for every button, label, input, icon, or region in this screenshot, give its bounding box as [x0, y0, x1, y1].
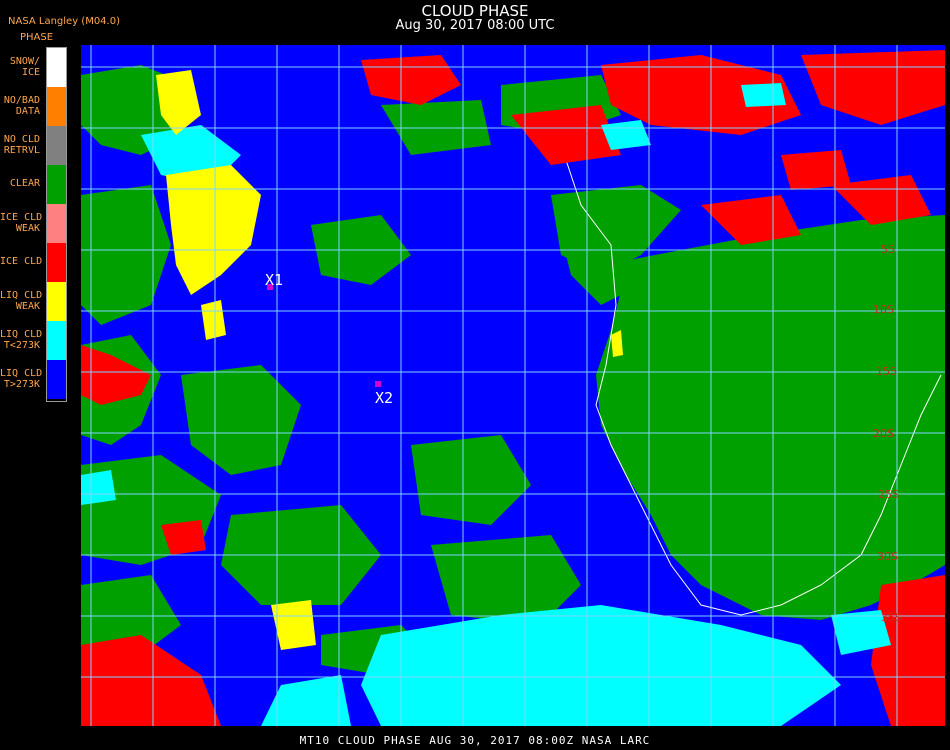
- marker-x1-label: X1: [265, 271, 283, 289]
- legend-label: SNOW/ ICE: [9, 55, 40, 78]
- legend-label: ICE CLD: [0, 256, 43, 267]
- latitude-label: 30S: [877, 550, 898, 563]
- latitude-label: 5S: [881, 243, 895, 256]
- marker-x2-point: [375, 381, 381, 387]
- legend-swatch: [47, 360, 66, 399]
- legend-swatch: [47, 243, 66, 282]
- legend-label: LIQ CLD T>273K: [0, 367, 43, 390]
- legend-label: LIQ CLD WEAK: [0, 289, 43, 312]
- marker-x2-label: X2: [375, 389, 393, 407]
- latitude-label: 10S: [873, 303, 894, 316]
- legend-swatch: [47, 321, 66, 360]
- legend-swatch: [47, 204, 66, 243]
- map-timestamp: Aug 30, 2017 08:00 UTC: [395, 18, 555, 33]
- legend-label: NO CLD RETRVL: [3, 133, 40, 156]
- footer-caption: MT10 CLOUD PHASE AUG 30, 2017 08:00Z NAS…: [299, 734, 651, 747]
- cloud-phase-map: 5S 10S 15S 20S 25S 30S 35S X1 X2: [81, 45, 945, 726]
- legend-label: ICE CLD WEAK: [0, 211, 43, 234]
- legend-label: NO/BAD DATA: [3, 94, 40, 117]
- legend-label: CLEAR: [9, 178, 40, 189]
- legend-swatch: [47, 165, 66, 204]
- latitude-label: 15S: [876, 365, 897, 378]
- latitude-label: 25S: [878, 488, 899, 501]
- legend-swatch: [47, 48, 66, 87]
- legend-swatch: [47, 126, 66, 165]
- source-label: NASA Langley (M04.0): [8, 16, 120, 27]
- latitude-label: 20S: [873, 427, 894, 440]
- legend-swatch: [47, 87, 66, 126]
- latitude-label: 35S: [881, 611, 902, 624]
- legend-color-bar: [46, 47, 67, 402]
- legend-label: LIQ CLD T<273K: [0, 328, 43, 351]
- legend-title: PHASE: [20, 32, 54, 43]
- legend-swatch: [47, 282, 66, 321]
